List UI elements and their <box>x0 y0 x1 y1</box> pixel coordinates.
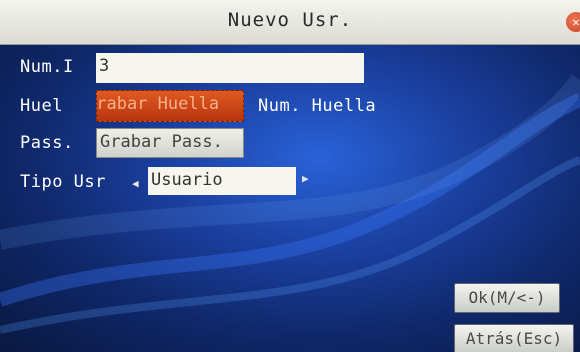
user-type-select[interactable]: Usuario <box>148 167 296 195</box>
back-button[interactable]: Atrás(Esc) <box>454 324 574 352</box>
user-id-field[interactable]: 3 <box>96 53 364 83</box>
record-password-button[interactable]: Grabar Pass. <box>96 128 244 158</box>
window-title: Nuevo Usr. <box>227 9 353 31</box>
close-icon[interactable]: ✕ <box>566 12 580 32</box>
arrow-right-icon[interactable]: ▶ <box>302 172 309 185</box>
screen: Nuevo Usr. ✕ Num.I 3 Huel Grabar Huella … <box>0 0 580 352</box>
user-type-label: Tipo Usr <box>20 172 106 192</box>
fingerprint-count-label: Num. Huella <box>258 96 377 116</box>
password-label: Pass. <box>20 133 74 153</box>
title-bar: Nuevo Usr. ✕ <box>0 0 580 45</box>
arrow-left-icon[interactable]: ◀ <box>132 177 139 190</box>
fingerprint-label: Huel <box>20 96 63 116</box>
ok-button[interactable]: Ok(M/<-) <box>454 283 560 313</box>
user-id-label: Num.I <box>20 57 74 77</box>
record-fingerprint-button[interactable]: Grabar Huella <box>96 90 244 122</box>
